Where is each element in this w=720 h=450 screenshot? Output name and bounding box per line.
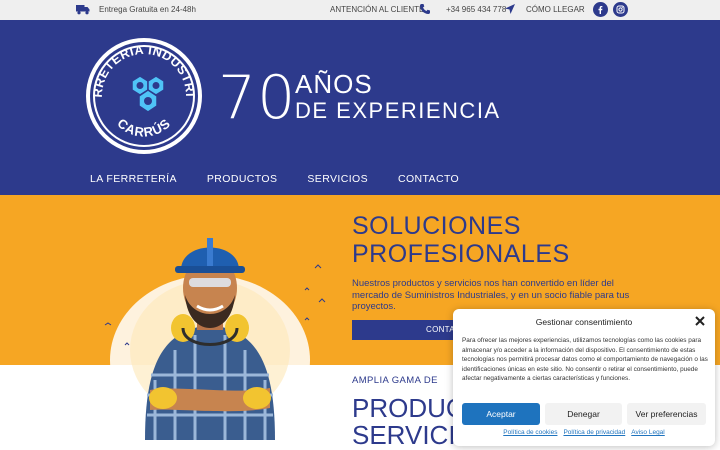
hero-title-line2: PROFESIONALES — [352, 240, 570, 268]
cookie-dialog-title: Gestionar consentimiento — [535, 317, 633, 327]
nav-item-contacto[interactable]: CONTACTO — [398, 173, 459, 185]
phone-number-link[interactable]: +34 965 434 778 — [446, 5, 506, 14]
accept-button[interactable]: Aceptar — [462, 403, 540, 425]
directions-link[interactable]: CÓMO LLEGAR — [526, 5, 585, 14]
cookie-consent-dialog: Gestionar consentimiento Para ofrecer la… — [453, 309, 715, 446]
close-icon[interactable] — [694, 315, 706, 327]
legal-notice-link[interactable]: Aviso Legal — [631, 429, 665, 436]
instagram-icon[interactable] — [613, 2, 628, 17]
hero-description: Nuestros productos y servicios nos han c… — [352, 278, 630, 312]
nav-item-servicios[interactable]: SERVICIOS — [307, 173, 368, 185]
company-logo[interactable]: FERRETERIA INDUSTRIAL CARRÚS — [84, 36, 204, 156]
worker-illustration — [104, 238, 326, 445]
phone-icon — [420, 4, 430, 14]
hero-title-line1: SOLUCIONES — [352, 212, 521, 240]
years-label: AÑOS — [295, 69, 373, 99]
nav-item-ferreteria[interactable]: LA FERRETERÍA — [90, 173, 177, 185]
location-arrow-icon — [505, 4, 515, 14]
privacy-policy-link[interactable]: Política de privacidad — [563, 429, 625, 436]
view-preferences-button[interactable]: Ver preferencias — [627, 403, 706, 425]
nav-item-productos[interactable]: PRODUCTOS — [207, 173, 278, 185]
years-number: 70 — [218, 63, 297, 133]
truck-icon — [76, 5, 90, 15]
cookie-dialog-links: Política de cookies Política de privacid… — [453, 429, 715, 436]
deny-button[interactable]: Denegar — [545, 403, 622, 425]
cookie-policy-link[interactable]: Política de cookies — [503, 429, 557, 436]
site-header: FERRETERIA INDUSTRIAL CARRÚS 70 AÑOS DE … — [0, 20, 720, 195]
free-shipping-text: Entrega Gratuita en 24-48h — [99, 5, 196, 14]
section-subheading: AMPLIA GAMA DE — [352, 375, 438, 386]
customer-service-link[interactable]: ANTENCIÓN AL CLIENTE — [330, 5, 424, 14]
main-nav: LA FERRETERÍA PRODUCTOS SERVICIOS CONTAC… — [90, 173, 459, 185]
experience-label: DE EXPERIENCIA — [295, 98, 501, 123]
top-bar: Entrega Gratuita en 24-48h ANTENCIÓN AL … — [0, 0, 720, 20]
cookie-dialog-description: Para ofrecer las mejores experiencias, u… — [462, 337, 708, 383]
facebook-icon[interactable] — [593, 2, 608, 17]
